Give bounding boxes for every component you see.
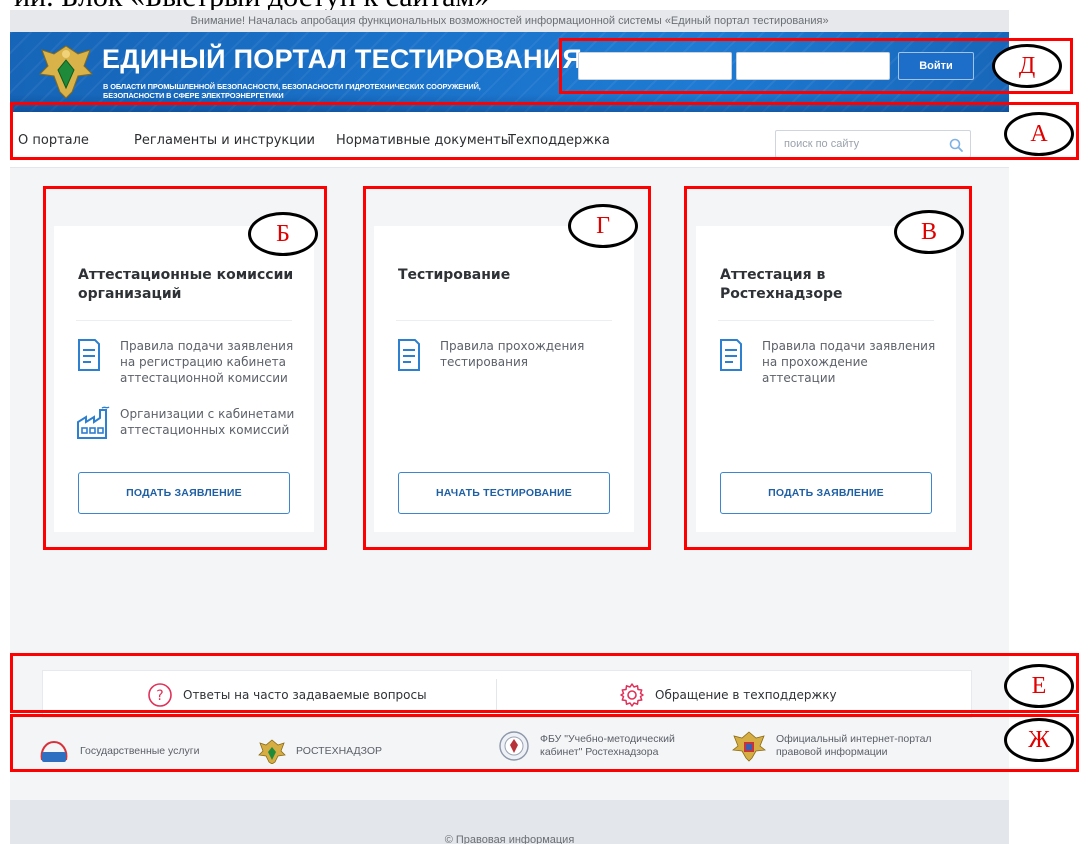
annotation-frame-a bbox=[10, 102, 1079, 160]
portal-subtitle: В ОБЛАСТИ ПРОМЫШЛЕННОЙ БЕЗОПАСНОСТИ, БЕЗ… bbox=[103, 82, 481, 100]
annotation-label-d: Д bbox=[992, 44, 1062, 88]
annotation-label-g: Г bbox=[568, 204, 638, 248]
footer-legal-link[interactable]: © Правовая информация bbox=[10, 834, 1009, 844]
annotation-label-a: А bbox=[1004, 112, 1074, 156]
footer: © Правовая информация bbox=[10, 800, 1009, 844]
notice-bar: Внимание! Началась апробация функциональ… bbox=[10, 10, 1009, 32]
annotation-frame-zh bbox=[10, 714, 1079, 772]
portal-title: ЕДИНЫЙ ПОРТАЛ ТЕСТИРОВАНИЯ bbox=[102, 44, 583, 74]
annotation-label-zh: Ж bbox=[1004, 718, 1074, 762]
annotation-label-e: Е bbox=[1004, 664, 1074, 708]
screenshot-frame: ии. Блок «Быстрый доступ к сайтам» Внима… bbox=[0, 0, 1092, 844]
annotation-label-b: Б bbox=[248, 212, 318, 256]
annotation-frame-e bbox=[10, 653, 1079, 713]
eagle-emblem-icon bbox=[38, 45, 94, 99]
annotation-label-v: В bbox=[894, 210, 964, 254]
